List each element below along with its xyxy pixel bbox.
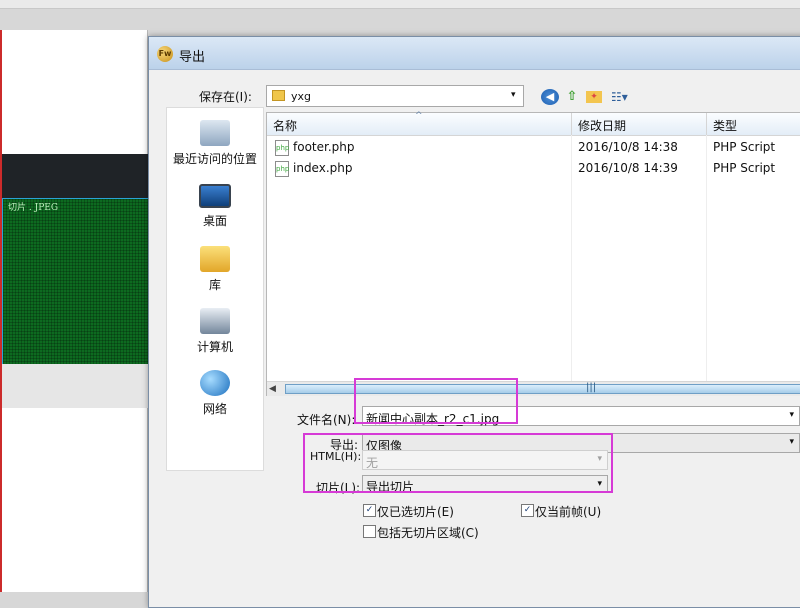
- network-icon: [200, 370, 230, 396]
- filename-label: 文件名(N):: [297, 413, 356, 427]
- new-folder-icon[interactable]: ✦: [586, 91, 602, 103]
- export-options-highlight-box: [303, 433, 613, 493]
- slice-overlay[interactable]: [2, 198, 149, 365]
- selected-slices-only-checkbox[interactable]: ✓: [363, 504, 376, 517]
- file-name: index.php: [293, 161, 353, 175]
- place-library[interactable]: 库: [167, 246, 263, 293]
- include-areas-without-slices-checkbox[interactable]: [363, 525, 376, 538]
- place-label: 最近访问的位置: [172, 152, 257, 166]
- selected-slices-only-label[interactable]: 仅已选切片(E): [377, 503, 454, 520]
- recent-places-icon: [200, 120, 230, 146]
- save-in-value: yxg: [291, 90, 312, 103]
- fireworks-logo-icon: Fw: [157, 46, 173, 62]
- file-type: PHP Script: [713, 161, 776, 175]
- slice-label: 切片 . JPEG: [8, 203, 59, 213]
- file-list: 名称 ^ 修改日期 类型 php footer.php 2016/10/8 14…: [266, 111, 800, 396]
- column-divider[interactable]: [706, 113, 707, 135]
- column-header-date[interactable]: 修改日期: [578, 117, 626, 134]
- scroll-left-icon[interactable]: ◀: [269, 384, 276, 394]
- place-desktop[interactable]: 桌面: [167, 184, 263, 229]
- current-frame-only-checkbox[interactable]: ✓: [521, 504, 534, 517]
- chevron-down-icon[interactable]: ▾: [789, 437, 794, 447]
- save-in-label: 保存在(I):: [199, 90, 252, 104]
- scroll-grip-icon: |||: [586, 382, 597, 393]
- folder-icon: [272, 90, 285, 101]
- current-frame-only-label[interactable]: 仅当前帧(U): [535, 503, 601, 520]
- export-dialog: Fw 导出 保存在(I): yxg ▾ ◀ ⇧ ✦ ☷▾ 最近访问的位置 桌面 …: [148, 36, 800, 608]
- chevron-down-icon[interactable]: ▾: [789, 410, 794, 420]
- canvas-dark-band: [2, 154, 148, 198]
- place-network[interactable]: 网络: [167, 370, 263, 417]
- place-label: 桌面: [202, 214, 227, 228]
- file-type: PHP Script: [713, 140, 776, 154]
- file-modified: 2016/10/8 14:38: [578, 140, 678, 154]
- sort-ascending-icon: ^: [415, 111, 423, 121]
- file-row[interactable]: php index.php 2016/10/8 14:39 PHP Script: [267, 158, 800, 178]
- place-computer[interactable]: 计算机: [167, 308, 263, 355]
- place-label: 计算机: [196, 340, 233, 354]
- include-areas-without-slices-label[interactable]: 包括无切片区域(C): [377, 524, 479, 541]
- place-label: 库: [208, 278, 221, 292]
- desktop-icon: [199, 184, 231, 208]
- column-divider[interactable]: [571, 113, 572, 135]
- php-file-icon: php: [275, 161, 289, 177]
- views-menu-icon[interactable]: ☷▾: [611, 89, 637, 105]
- place-label: 网络: [202, 402, 227, 416]
- file-name: footer.php: [293, 140, 355, 154]
- canvas-gray-band: [2, 364, 148, 408]
- up-folder-icon[interactable]: ⇧: [563, 89, 581, 105]
- filename-highlight-box: [354, 378, 518, 424]
- dialog-titlebar[interactable]: Fw 导出: [149, 37, 800, 70]
- save-in-dropdown[interactable]: yxg ▾: [266, 85, 524, 107]
- places-bar: 最近访问的位置 桌面 库 计算机 网络: [166, 107, 264, 471]
- file-modified: 2016/10/8 14:39: [578, 161, 678, 175]
- horizontal-scrollbar[interactable]: ◀ |||: [267, 381, 800, 396]
- back-icon[interactable]: ◀: [541, 89, 559, 105]
- app-top-strip: [0, 0, 800, 9]
- dialog-title: 导出: [179, 50, 206, 65]
- file-list-header: 名称 ^ 修改日期 类型: [267, 111, 800, 136]
- column-header-type[interactable]: 类型: [713, 117, 737, 134]
- file-row[interactable]: php footer.php 2016/10/8 14:38 PHP Scrip…: [267, 137, 800, 157]
- computer-icon: [200, 308, 230, 334]
- library-icon: [200, 246, 230, 272]
- column-header-name[interactable]: 名称: [273, 117, 297, 134]
- chevron-down-icon[interactable]: ▾: [511, 90, 516, 100]
- place-recent[interactable]: 最近访问的位置: [167, 120, 263, 167]
- php-file-icon: php: [275, 140, 289, 156]
